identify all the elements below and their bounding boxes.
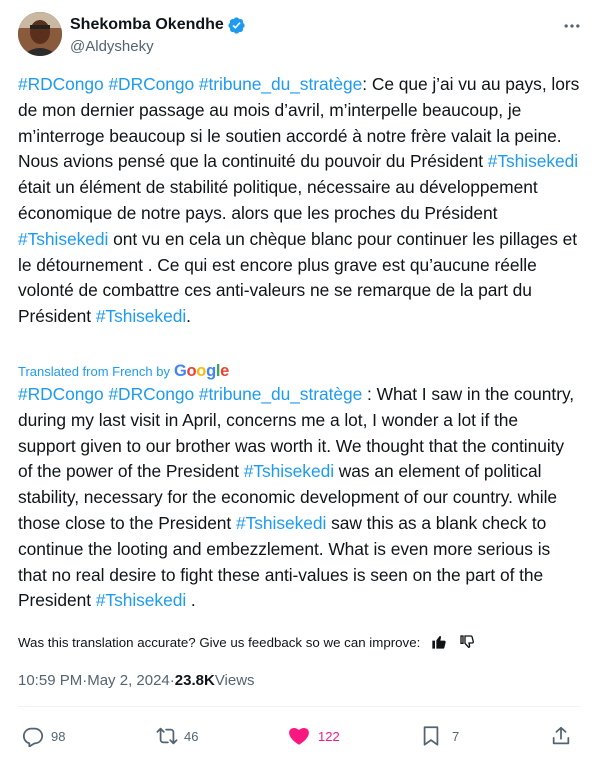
divider [18, 706, 580, 707]
repost-button[interactable]: 46 [156, 722, 198, 750]
translation-feedback: Was this translation accurate? Give us f… [18, 631, 476, 653]
hashtag-link[interactable]: #Tshisekedi [18, 229, 108, 249]
thumbs-up-icon[interactable] [430, 633, 448, 651]
google-logo: Google [173, 362, 230, 380]
share-button[interactable] [550, 722, 572, 750]
reply-icon [22, 727, 44, 747]
hashtag-link[interactable]: #Tshisekedi [488, 151, 578, 171]
share-icon [552, 726, 570, 745]
text-segment: . [186, 590, 196, 611]
tweet-date[interactable]: May 2, 2024 [87, 672, 170, 689]
verified-badge-icon [228, 16, 245, 34]
heart-icon [289, 728, 309, 745]
tweet-original-text: #RDCongo #DRCongo #tribune_du_stratège: … [18, 72, 580, 330]
bookmark-count: 7 [452, 728, 460, 744]
repost-icon [156, 727, 178, 745]
views-count: 23.8K [174, 671, 215, 689]
text-segment: était un élément de stabilité politique,… [18, 177, 538, 223]
tweet-translated-text: #RDCongo #DRCongo #tribune_du_stratège :… [18, 382, 580, 614]
views-label: Views [214, 671, 255, 689]
hashtag-link[interactable]: #Tshisekedi [236, 513, 326, 533]
author-handle[interactable]: @Aldysheky [70, 37, 154, 57]
avatar[interactable] [18, 12, 62, 56]
hashtag-link[interactable]: #Tshisekedi [96, 590, 186, 610]
translation-label: Translated from French by [18, 363, 170, 379]
like-count: 122 [318, 728, 340, 744]
tweet-meta: 10:59 PM · May 2, 2024 · 23.8K Views [18, 669, 255, 691]
author-name-row[interactable]: Shekomba Okendhe [70, 15, 246, 35]
hashtag-link[interactable]: #RDCongo [18, 74, 104, 94]
hashtag-link[interactable]: #Tshisekedi [244, 461, 334, 481]
hashtag-link[interactable]: #RDCongo [18, 384, 104, 404]
hashtag-link[interactable]: #tribune_du_stratège [199, 384, 362, 404]
hashtag-link[interactable]: #tribune_du_stratège [199, 74, 362, 94]
feedback-prompt: Was this translation accurate? Give us f… [18, 634, 421, 650]
tweet-header: Shekomba Okendhe @Aldysheky [18, 12, 586, 60]
hashtag-link[interactable]: #DRCongo [108, 384, 194, 404]
reply-count: 98 [51, 728, 66, 744]
author-name[interactable]: Shekomba Okendhe [70, 15, 224, 35]
tweet-time[interactable]: 10:59 PM [18, 672, 82, 689]
hashtag-link[interactable]: #DRCongo [108, 74, 194, 94]
bookmark-button[interactable]: 7 [420, 722, 459, 750]
translation-attribution[interactable]: Translated from French by Google [18, 360, 229, 382]
repost-count: 46 [184, 728, 199, 744]
like-button[interactable]: 122 [288, 722, 340, 750]
hashtag-link[interactable]: #Tshisekedi [96, 306, 186, 326]
thumbs-down-icon[interactable] [458, 633, 476, 651]
more-options-icon[interactable] [558, 15, 586, 37]
text-segment: . [186, 306, 191, 327]
reply-button[interactable]: 98 [22, 722, 65, 750]
action-bar: 98 46 122 7 [18, 722, 580, 750]
bookmark-icon [423, 726, 439, 746]
